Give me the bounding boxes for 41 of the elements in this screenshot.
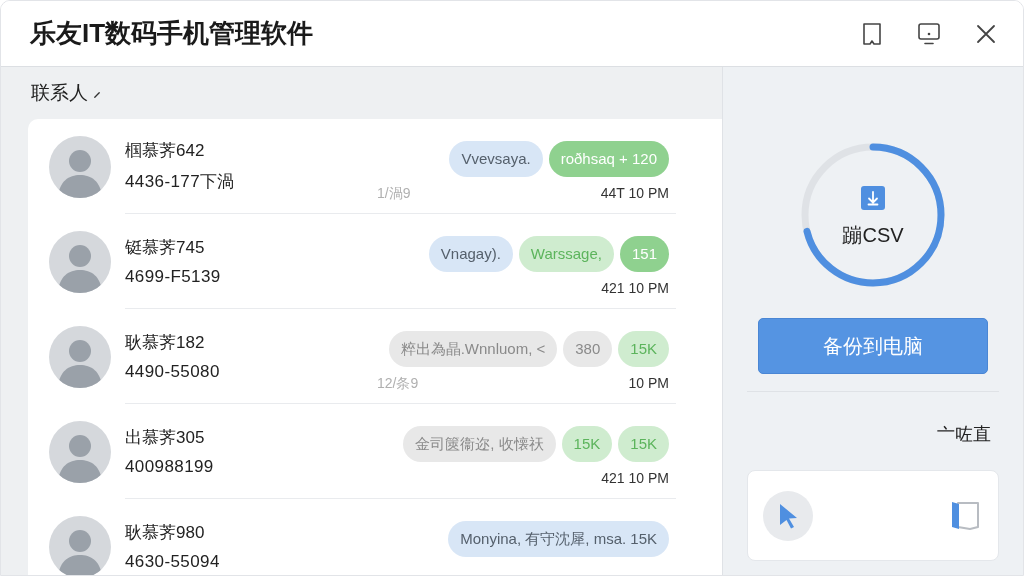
message-time: 421 10 PM — [601, 280, 669, 296]
message-bubble: 15K — [618, 331, 669, 367]
contact-phone: 400988199 — [125, 456, 215, 477]
message-date: 1/渦9 — [377, 185, 411, 203]
contact-phone: 4436-177下渦 — [125, 171, 236, 193]
message-bubble: 15K — [618, 426, 669, 462]
contact-name: 出慕荠305 — [125, 426, 206, 449]
message-bubble: roðhsaq + 120 — [548, 141, 669, 177]
contacts-heading: 联系人 — [31, 81, 88, 105]
message-time: 44T 10 PM — [600, 185, 669, 203]
message-bubble: 15K — [561, 426, 613, 462]
backup-button[interactable]: 备份到电脑 — [758, 318, 988, 374]
message-time: 421 10 PM — [601, 470, 669, 486]
contact-name: 耿慕荠182 — [125, 331, 206, 354]
download-icon — [861, 185, 885, 210]
book-icon[interactable] — [950, 499, 980, 532]
contact-name: 铤慕荠745 — [125, 236, 206, 259]
cursor-icon[interactable] — [763, 490, 813, 541]
message-bubble: 金司篋衞迩, 收懐祆 — [403, 426, 556, 462]
window-title: 乐友IT数码手机管理软件 — [30, 17, 314, 50]
slash-icon — [94, 92, 100, 98]
message-time: 10 PM — [628, 375, 669, 393]
message-bubble: 151 — [619, 236, 669, 272]
bookmark-icon[interactable] — [862, 22, 882, 45]
message-bubble: Monyina, 有守沈犀, msa. 15K — [448, 521, 669, 557]
contact-name: 耿慕荠980 — [125, 521, 206, 544]
avatar-icon — [49, 515, 111, 575]
message-date: 12/条9 — [377, 375, 419, 393]
contact-phone: 4699-F5139 — [125, 266, 222, 287]
contact-name: 椢慕荠642 — [125, 140, 206, 162]
message-bubble: 380 — [563, 331, 613, 367]
message-bubble: 粹出為晶.Wnnluom, < — [388, 331, 558, 367]
caption-text: 亠咗直 — [937, 423, 991, 446]
close-icon[interactable] — [976, 23, 996, 44]
message-bubble: Vvevsaya. — [449, 141, 543, 177]
export-format-label: 蹦CSV — [842, 222, 904, 248]
message-bubble: Vnagay). — [428, 236, 513, 272]
monitor-icon[interactable] — [918, 22, 940, 45]
contact-phone: 4490-55080 — [125, 361, 221, 382]
message-bubble: Warssage, — [518, 236, 614, 272]
contact-phone: 4630-55094 — [125, 551, 221, 572]
